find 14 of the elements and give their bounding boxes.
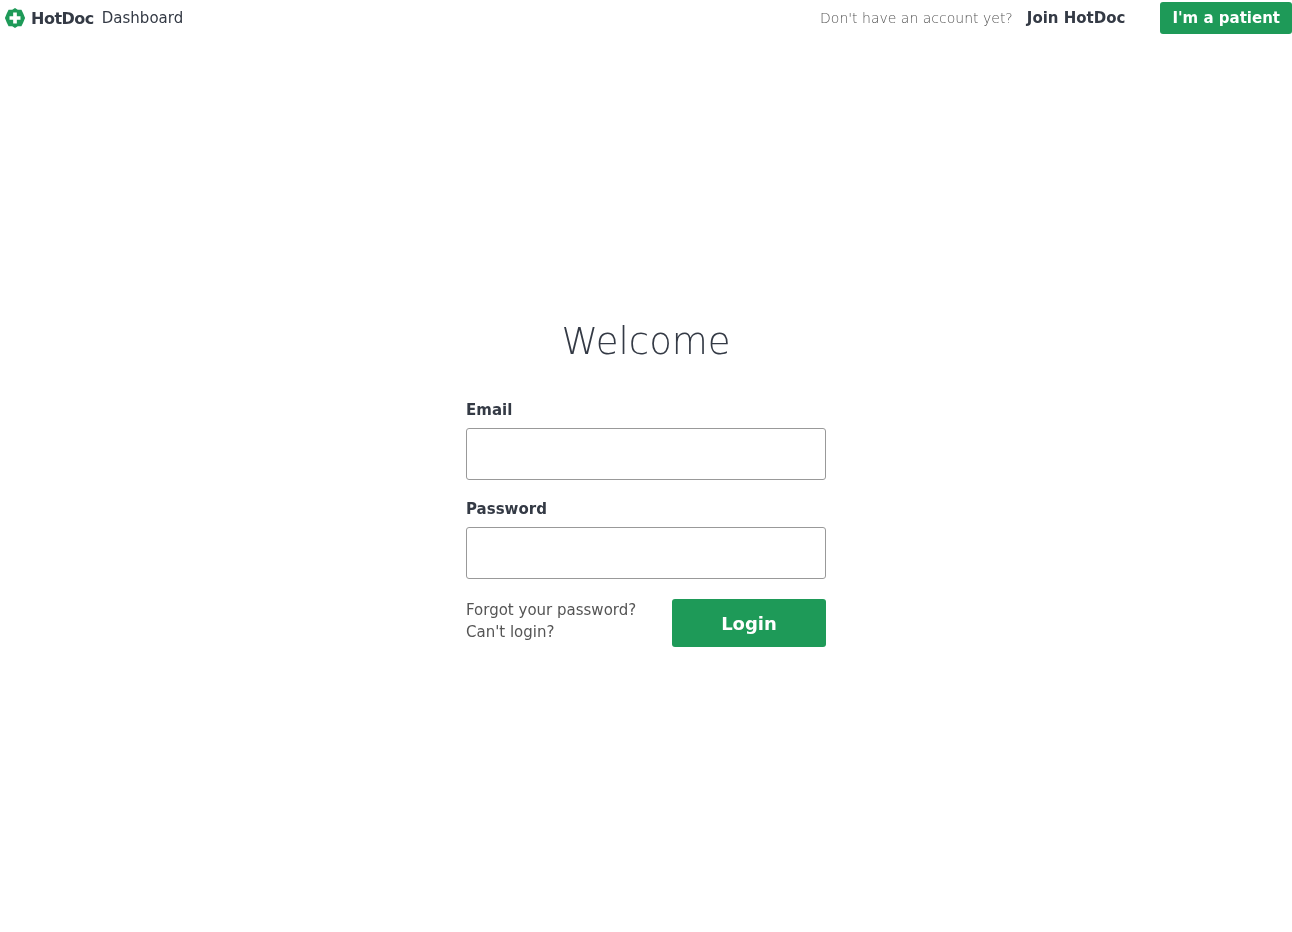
login-button[interactable]: Login: [672, 599, 826, 647]
input-field[interactable]: [466, 527, 826, 579]
help-link[interactable]: Forgot your password?: [466, 601, 637, 619]
input-field[interactable]: [466, 428, 826, 480]
field-label: Password: [466, 500, 548, 518]
join-link[interactable]: Join HotDoc: [1026, 9, 1126, 27]
help-link[interactable]: Can't login?: [466, 623, 637, 641]
logo-icon: [4, 7, 26, 29]
welcome-title: Welcome: [561, 320, 731, 363]
brand-name: HotDoc: [31, 8, 94, 28]
field-label: Email: [466, 401, 514, 419]
product-name: Dashboard: [101, 9, 184, 27]
patient-button[interactable]: I'm a patient: [1160, 2, 1292, 34]
signup-prompt: Don't have an account yet?: [820, 10, 1013, 26]
